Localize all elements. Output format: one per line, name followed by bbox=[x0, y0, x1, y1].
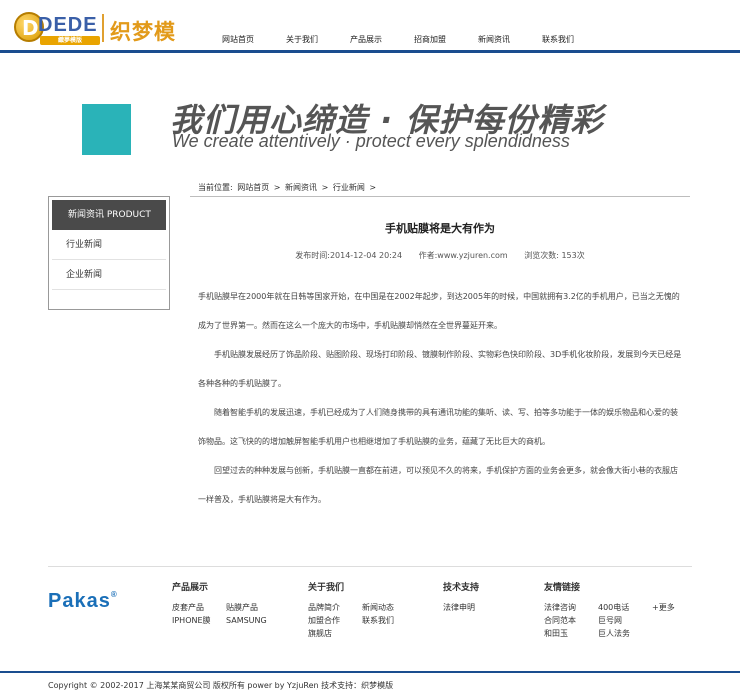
logo-text-cn: 织梦模 bbox=[110, 20, 176, 44]
sidebar: 新闻资讯 PRODUCT 行业新闻 企业新闻 bbox=[48, 196, 170, 310]
article-views: 浏览次数: 153次 bbox=[524, 251, 585, 260]
footer-brand-logo[interactable]: Pakas® bbox=[48, 590, 118, 613]
copyright: Copyright © 2002-2017 上海某某商贸公司 版权所有 powe… bbox=[48, 681, 394, 690]
footer-link[interactable]: 合同范本 bbox=[544, 614, 598, 627]
breadcrumb-sep: > bbox=[321, 183, 329, 192]
footer-brand-mark: ® bbox=[110, 590, 118, 599]
breadcrumb-news[interactable]: 新闻资讯 bbox=[285, 183, 317, 192]
breadcrumb-industry[interactable]: 行业新闻 bbox=[333, 183, 365, 192]
nav-about[interactable]: 关于我们 bbox=[286, 34, 318, 45]
footer-col-title: 友情链接 bbox=[544, 583, 581, 593]
nav-contact[interactable]: 联系我们 bbox=[542, 34, 574, 45]
article-paragraph: 手机贴膜发展经历了饰品阶段、贴图阶段、现场打印阶段、镀膜制作阶段、实物彩色快印阶… bbox=[198, 350, 682, 388]
sidebar-item-company-news[interactable]: 企业新闻 bbox=[52, 260, 166, 290]
article-paragraph: 手机贴膜早在2000年就在日韩等国家开始，在中国是在2002年起步，到达2005… bbox=[198, 292, 680, 330]
logo-divider bbox=[102, 14, 104, 42]
footer-link[interactable]: 品牌简介 bbox=[308, 601, 362, 614]
breadcrumb: 当前位置: 网站首页 > 新闻资讯 > 行业新闻 > bbox=[198, 182, 378, 193]
header: D DEDE 織夢模版 织梦模 网站首页 关于我们 产品展示 招商加盟 新闻资讯… bbox=[0, 0, 740, 50]
footer-link[interactable]: 旗舰店 bbox=[308, 627, 362, 640]
nav-products[interactable]: 产品展示 bbox=[350, 34, 382, 45]
logo-text-en: DEDE bbox=[38, 14, 98, 36]
breadcrumb-divider bbox=[190, 196, 690, 197]
breadcrumb-home[interactable]: 网站首页 bbox=[237, 183, 269, 192]
breadcrumb-prefix: 当前位置: bbox=[198, 183, 233, 192]
footer-col-title: 技术支持 bbox=[443, 583, 480, 593]
sidebar-header: 新闻资讯 PRODUCT bbox=[52, 200, 166, 230]
footer-col-about: 关于我们 品牌简介 新闻动态 加盟合作 联系我们 旗舰店 bbox=[308, 580, 394, 640]
footer-link[interactable]: 皮套产品 bbox=[172, 601, 226, 614]
article-paragraph: 回望过去的种种发展与创新，手机贴膜一直都在前进，可以预见不久的将来，手机保护方面… bbox=[198, 466, 678, 504]
footer-col-products: 产品展示 皮套产品 贴膜产品 IPHONE膜 SAMSUNG bbox=[172, 580, 267, 627]
banner-slogan-en: We create attentively · protect every sp… bbox=[172, 131, 570, 151]
footer-link[interactable]: 联系我们 bbox=[362, 614, 394, 627]
sidebar-item-industry-news[interactable]: 行业新闻 bbox=[52, 230, 166, 260]
footer-link[interactable]: 和田玉 bbox=[544, 627, 598, 640]
nav-franchise[interactable]: 招商加盟 bbox=[414, 34, 446, 45]
footer-link[interactable]: 巨人法务 bbox=[598, 627, 630, 640]
footer-divider bbox=[48, 566, 692, 567]
nav-home[interactable]: 网站首页 bbox=[222, 34, 254, 45]
footer-col-links: 友情链接 法律咨询 400电话 +更多 合同范本 巨号网 和田玉 巨人法务 bbox=[544, 580, 675, 640]
footer-link[interactable]: 法律申明 bbox=[443, 601, 475, 614]
breadcrumb-sep: > bbox=[369, 183, 377, 192]
footer-link[interactable]: 400电话 bbox=[598, 601, 652, 614]
article-meta: 发布时间:2014-12-04 20:24 作者:www.yzjuren.com… bbox=[190, 250, 690, 261]
article-body: 手机贴膜早在2000年就在日韩等国家开始，在中国是在2002年起步，到达2005… bbox=[198, 282, 684, 514]
footer-link[interactable]: 加盟合作 bbox=[308, 614, 362, 627]
footer-col-title: 产品展示 bbox=[172, 583, 209, 593]
footer-brand-text: Pakas bbox=[48, 590, 111, 612]
footer-col-support: 技术支持 法律申明 bbox=[443, 580, 479, 614]
banner-image bbox=[82, 104, 131, 155]
footer-more-link[interactable]: +更多 bbox=[652, 601, 675, 614]
header-divider bbox=[0, 50, 740, 53]
site-logo[interactable]: D DEDE 織夢模版 织梦模 bbox=[14, 12, 180, 46]
footer-link[interactable]: IPHONE膜 bbox=[172, 614, 226, 627]
article-date: 发布时间:2014-12-04 20:24 bbox=[295, 251, 403, 260]
bottom-divider bbox=[0, 671, 740, 673]
footer-link[interactable]: 新闻动态 bbox=[362, 601, 394, 614]
footer-link[interactable]: 巨号网 bbox=[598, 614, 622, 627]
article-title: 手机贴膜将是大有作为 bbox=[385, 222, 495, 235]
article-author: 作者:www.yzjuren.com bbox=[418, 251, 508, 260]
logo-subtitle: 織夢模版 bbox=[40, 36, 100, 45]
article-paragraph: 随着智能手机的发展迅速，手机已经成为了人们随身携带的具有通讯功能的集听、读、写、… bbox=[198, 408, 678, 446]
breadcrumb-sep: > bbox=[273, 183, 281, 192]
footer-col-title: 关于我们 bbox=[308, 583, 345, 593]
main-nav: 网站首页 关于我们 产品展示 招商加盟 新闻资讯 联系我们 bbox=[206, 34, 590, 45]
footer-link[interactable]: SAMSUNG bbox=[226, 614, 267, 627]
nav-news[interactable]: 新闻资讯 bbox=[478, 34, 510, 45]
footer-link[interactable]: 贴膜产品 bbox=[226, 601, 258, 614]
footer-link[interactable]: 法律咨询 bbox=[544, 601, 598, 614]
